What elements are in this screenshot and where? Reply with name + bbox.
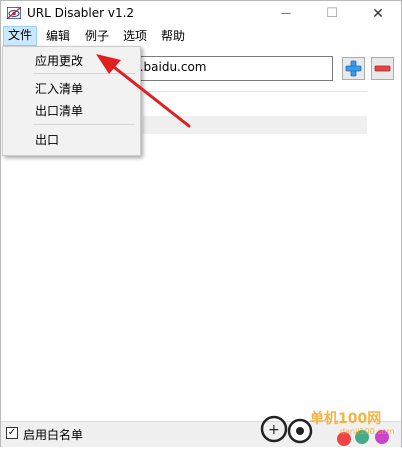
menu-separator	[33, 73, 135, 74]
add-url-button[interactable]	[342, 57, 365, 80]
menu-bar: 文件 编辑 例子 选项 帮助	[1, 26, 401, 46]
menu-edit[interactable]: 编辑	[42, 27, 74, 45]
url-input-value: w.baidu.com	[131, 60, 207, 74]
menu-help[interactable]: 帮助	[157, 27, 189, 45]
close-button[interactable]: ✕	[355, 1, 401, 26]
list-item[interactable]	[143, 116, 367, 134]
check-icon: ✓	[7, 427, 17, 438]
close-icon: ✕	[372, 5, 384, 22]
file-menu-dropdown: 应用更改 汇入清单 出口清单 出口	[2, 46, 141, 156]
menu-item-export-list[interactable]: 出口清单	[35, 102, 83, 119]
maximize-button[interactable]: ☐	[309, 1, 355, 26]
menu-options[interactable]: 选项	[119, 27, 151, 45]
watermark-subtext: danji100.com	[340, 427, 395, 436]
watermark-text: 单机100网	[310, 411, 382, 427]
menu-item-exit[interactable]: 出口	[35, 131, 59, 148]
whitelist-label[interactable]: 启用白名单	[23, 426, 83, 443]
remove-url-button[interactable]	[371, 57, 394, 80]
menu-file[interactable]: 文件	[3, 26, 38, 46]
menu-separator	[33, 124, 135, 125]
minus-icon	[374, 65, 391, 72]
maximize-icon: ☐	[326, 6, 338, 21]
menu-item-apply-changes[interactable]: 应用更改	[35, 52, 83, 69]
minimize-icon: —	[281, 8, 291, 19]
plus-icon	[345, 60, 362, 77]
minimize-button[interactable]: —	[263, 1, 309, 26]
menu-item-import-list[interactable]: 汇入清单	[35, 80, 83, 97]
menu-examples[interactable]: 例子	[81, 27, 113, 45]
list-item[interactable]	[143, 91, 367, 110]
window-title: URL Disabler v1.2	[27, 6, 135, 20]
eye-icon	[7, 7, 21, 19]
whitelist-checkbox[interactable]: ✓	[6, 427, 18, 439]
title-bar[interactable]: URL Disabler v1.2 — ☐ ✕	[1, 1, 401, 26]
svg-text:+: +	[268, 422, 280, 438]
